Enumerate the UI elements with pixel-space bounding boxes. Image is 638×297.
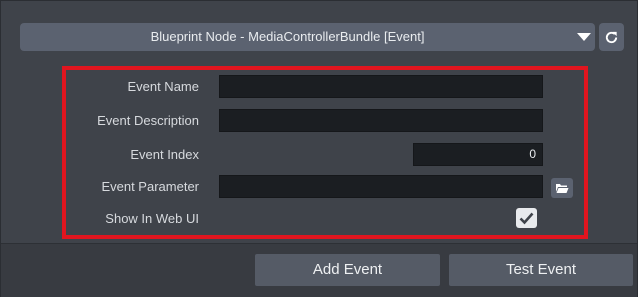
checkmark-icon bbox=[519, 212, 534, 225]
blueprint-node-panel: Blueprint Node - MediaControllerBundle [… bbox=[0, 0, 638, 297]
show-in-web-ui-checkbox[interactable] bbox=[516, 208, 537, 228]
event-index-label: Event Index bbox=[130, 147, 199, 162]
event-name-field[interactable] bbox=[219, 75, 543, 98]
node-selector-dropdown[interactable]: Blueprint Node - MediaControllerBundle [… bbox=[20, 23, 595, 51]
add-event-button[interactable]: Add Event bbox=[255, 254, 440, 286]
browse-button[interactable] bbox=[551, 178, 573, 198]
event-parameter-field[interactable] bbox=[219, 175, 543, 198]
event-parameter-label: Event Parameter bbox=[101, 179, 199, 194]
refresh-button[interactable] bbox=[599, 23, 624, 51]
event-index-field[interactable]: 0 bbox=[413, 143, 543, 166]
event-description-field[interactable] bbox=[219, 109, 543, 132]
node-selector-label: Blueprint Node - MediaControllerBundle [… bbox=[150, 29, 425, 44]
refresh-icon bbox=[605, 31, 618, 44]
event-name-label: Event Name bbox=[127, 79, 199, 94]
show-in-web-ui-label: Show In Web UI bbox=[105, 211, 199, 226]
event-description-label: Event Description bbox=[97, 113, 199, 128]
test-event-button[interactable]: Test Event bbox=[449, 254, 633, 286]
triangle-down-icon[interactable] bbox=[577, 33, 591, 41]
folder-icon bbox=[556, 184, 569, 193]
